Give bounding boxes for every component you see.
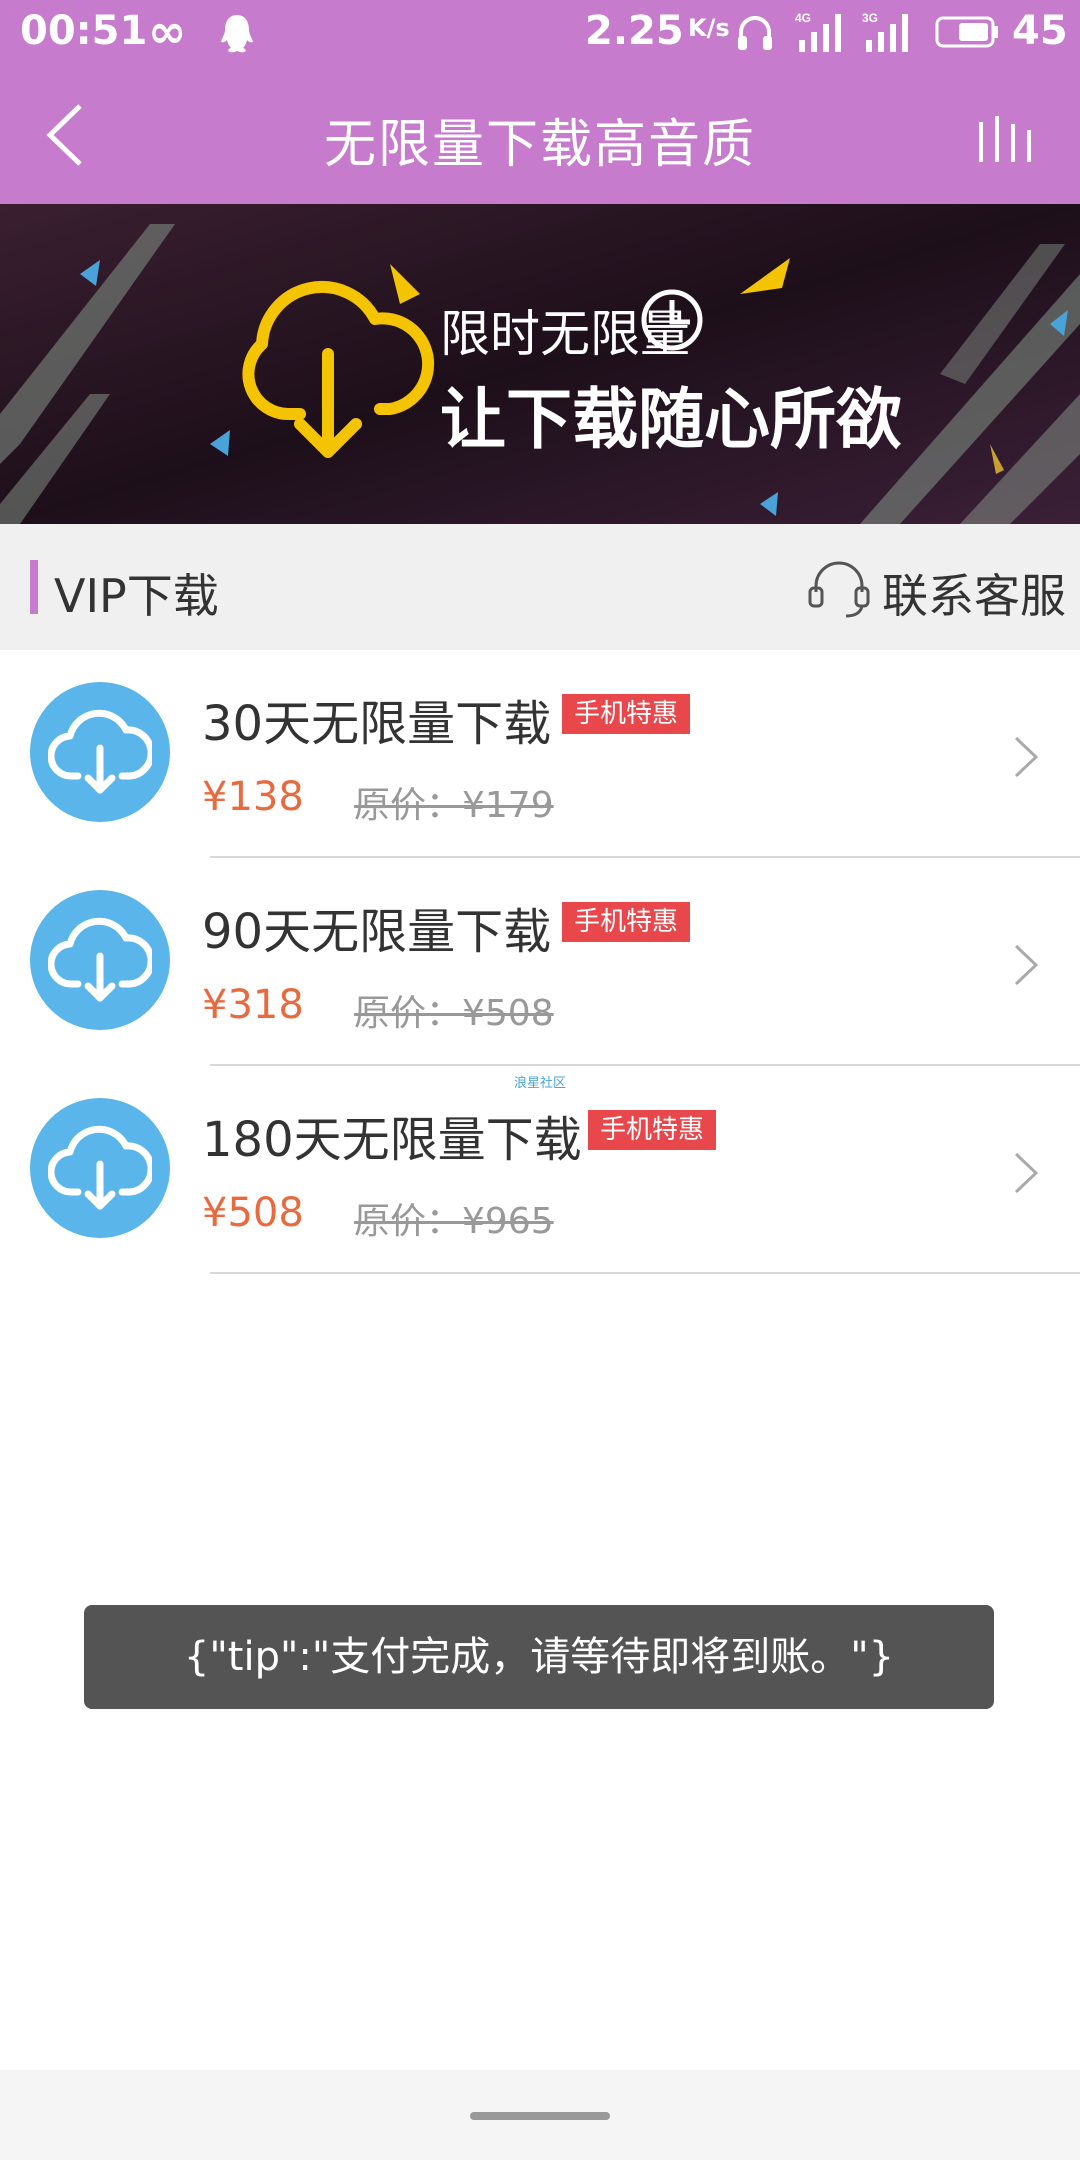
headset-icon <box>738 16 772 50</box>
toast-message: {"tip":"支付完成，请等待即将到账。"} <box>84 1605 994 1709</box>
chevron-right-icon <box>1014 944 1039 986</box>
svg-text:3G: 3G <box>862 11 878 25</box>
navigation-bar <box>0 2070 1080 2160</box>
banner-subheadline: 让下载随心所欲 <box>440 381 902 458</box>
section-title: VIP下载 <box>54 569 219 623</box>
promo-badge: 手机特惠 <box>562 902 691 942</box>
original-price: 原价：¥179 <box>354 785 554 826</box>
package-price: ¥138 <box>202 774 304 820</box>
page-title: 无限量下载高音质 <box>323 115 756 175</box>
section-accent-bar <box>30 560 38 614</box>
network-speed-unit: K/s <box>688 14 730 42</box>
package-name: 30天无限量下载 <box>202 696 552 752</box>
original-price: 原价：¥508 <box>354 993 554 1034</box>
package-price: ¥508 <box>202 1190 304 1236</box>
network-speed: 2.25 <box>585 8 684 54</box>
status-time: 00:51 <box>20 8 148 54</box>
bars-icon[interactable] <box>975 114 1045 164</box>
package-name: 180天无限量下载 <box>202 1112 582 1168</box>
list-item[interactable]: 30天无限量下载 手机特惠 ¥138 原价：¥179 <box>0 650 1080 858</box>
package-name: 90天无限量下载 <box>202 904 552 960</box>
original-price: 原价：¥965 <box>354 1201 554 1242</box>
divider <box>210 1272 1080 1274</box>
section-header: VIP下载 联系客服 <box>0 524 1080 650</box>
infinity-icon: ∞ <box>148 4 187 58</box>
chevron-right-icon <box>1014 736 1039 778</box>
cloud-download-icon <box>30 682 170 822</box>
home-indicator[interactable] <box>470 2112 610 2120</box>
signal-4g-icon: 4G <box>795 11 841 52</box>
promo-badge: 手机特惠 <box>588 1110 717 1150</box>
battery-icon <box>935 16 998 48</box>
headset-icon[interactable] <box>806 554 872 620</box>
contact-service-button[interactable]: 联系客服 <box>882 560 1066 626</box>
status-bar: 00:51 ∞ 2.25 K/s 4G 3G 45 <box>0 0 1080 66</box>
list-item[interactable]: 180天无限量下载 手机特惠 ¥508 原价：¥965 <box>0 1066 1080 1274</box>
banner-headline: 限时无限量 <box>440 305 690 363</box>
package-price: ¥318 <box>202 982 304 1028</box>
battery-level: 45 <box>1012 8 1068 54</box>
qq-icon <box>221 15 253 53</box>
chevron-right-icon <box>1014 1152 1039 1194</box>
cloud-download-icon <box>30 890 170 1030</box>
signal-3g-icon: 3G <box>862 11 908 52</box>
list-item[interactable]: 90天无限量下载 手机特惠 ¥318 原价：¥508 <box>0 858 1080 1066</box>
cloud-download-icon <box>30 1098 170 1238</box>
title-bar: 无限量下载高音质 <box>0 66 1080 204</box>
promo-badge: 手机特惠 <box>562 694 691 734</box>
promo-banner[interactable]: 限时无限量 让下载随心所欲 <box>0 204 1080 524</box>
watermark: 浪星社区 <box>514 1076 567 1091</box>
svg-text:4G: 4G <box>795 11 811 25</box>
